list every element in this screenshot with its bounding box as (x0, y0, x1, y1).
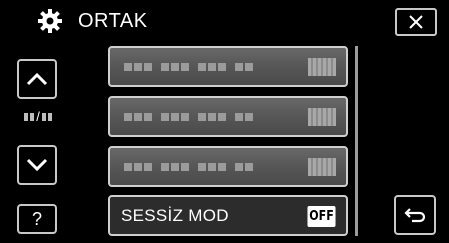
chevron-up-icon (26, 72, 48, 86)
page-current-block (30, 113, 35, 121)
obscured-value (308, 158, 336, 176)
close-icon (409, 15, 423, 29)
chevron-down-icon (26, 158, 48, 172)
page-indicator: / (23, 110, 53, 124)
menu-item[interactable] (108, 146, 348, 187)
scrollbar[interactable] (355, 46, 358, 236)
page-total-block (41, 113, 46, 121)
obscured-label (124, 162, 255, 172)
gear-icon (38, 9, 62, 33)
obscured-label (124, 62, 255, 72)
menu-screen: ORTAK / ? SESSİZ MOD OFF (0, 0, 449, 243)
help-button[interactable]: ? (17, 204, 57, 234)
return-icon (404, 208, 426, 223)
scroll-up-button[interactable] (17, 59, 57, 99)
menu-item-silent-mode[interactable]: SESSİZ MOD OFF (108, 195, 348, 236)
back-button[interactable] (394, 195, 436, 235)
obscured-label (124, 112, 255, 122)
menu-item[interactable] (108, 46, 348, 87)
page-current-block (24, 113, 29, 121)
menu-item-label: SESSİZ MOD (121, 206, 229, 225)
obscured-value (308, 58, 336, 76)
page-title: ORTAK (78, 10, 148, 32)
scroll-down-button[interactable] (17, 145, 57, 185)
obscured-value (308, 108, 336, 126)
page-total-block (47, 113, 52, 121)
page-separator: / (36, 109, 40, 124)
close-button[interactable] (395, 8, 437, 36)
help-label: ? (31, 208, 42, 229)
menu-item[interactable] (108, 96, 348, 137)
status-badge: OFF (307, 206, 336, 227)
